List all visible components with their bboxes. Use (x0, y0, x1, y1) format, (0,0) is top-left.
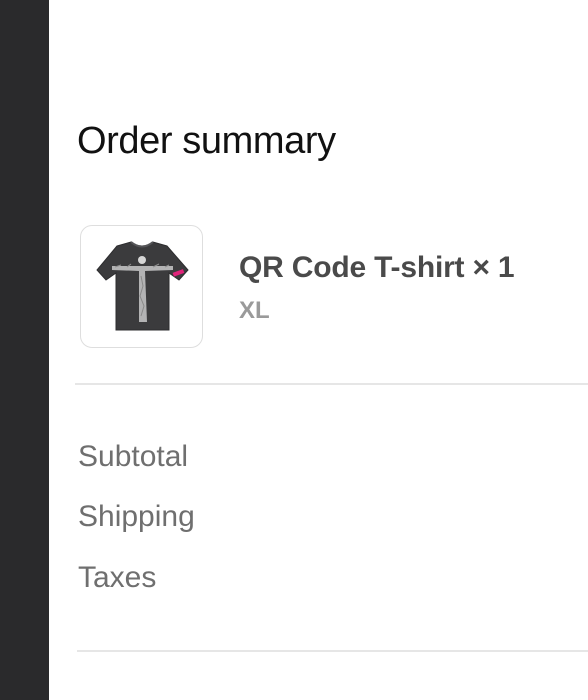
order-summary-title: Order summary (77, 120, 336, 162)
product-name: QR Code T-shirt × 1 (239, 251, 515, 284)
divider (77, 650, 588, 652)
product-thumbnail (80, 225, 203, 348)
divider (75, 383, 588, 385)
tshirt-image (96, 241, 189, 331)
order-summary-panel: Order summary QR Code T-shirt × 1 XL Sub… (49, 0, 588, 700)
shipping-label: Shipping (78, 500, 195, 533)
taxes-label: Taxes (78, 561, 157, 594)
subtotal-label: Subtotal (78, 440, 189, 473)
product-variant: XL (239, 297, 270, 324)
left-sidebar-strip (0, 0, 49, 700)
